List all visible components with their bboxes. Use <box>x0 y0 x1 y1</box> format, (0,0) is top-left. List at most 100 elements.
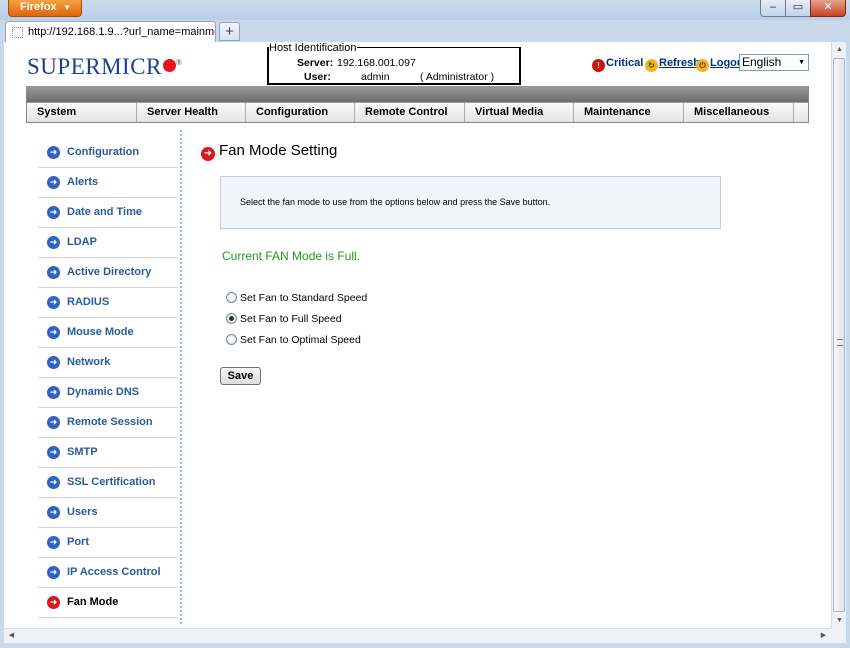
radio-button-selected[interactable] <box>226 313 237 324</box>
sidebar-item-label: Mouse Mode <box>67 326 134 338</box>
scroll-up-icon[interactable]: ▲ <box>832 42 847 57</box>
sidebar-item-label: SSL Certification <box>67 476 156 488</box>
menu-bar-gradient <box>27 86 808 102</box>
sidebar-item-configuration[interactable]: ➜ Configuration <box>38 138 178 168</box>
scroll-down-icon[interactable]: ▼ <box>832 613 847 628</box>
vertical-scrollbar[interactable]: ▲ ▼ <box>831 42 846 628</box>
sidebar-item-ip-access-control[interactable]: ➜ IP Access Control <box>38 558 178 588</box>
radio-button[interactable] <box>226 292 237 303</box>
grip-icon <box>837 339 843 346</box>
radio-button[interactable] <box>226 334 237 345</box>
sidebar-item-label: Network <box>67 356 111 368</box>
chevron-down-icon: ▼ <box>63 3 71 12</box>
vertical-scroll-thumb[interactable] <box>833 58 845 612</box>
scrollbar-corner <box>831 628 846 643</box>
current-fan-mode-status: Current FAN Mode is Full. <box>222 249 361 263</box>
sidebar-item-label: Alerts <box>67 176 99 188</box>
close-window-button[interactable]: ✕ <box>810 0 846 17</box>
page-title-text: Fan Mode Setting <box>219 142 338 159</box>
sidebar-item-ssl-certification[interactable]: ➜ SSL Certification <box>38 468 178 498</box>
sidebar-item-port[interactable]: ➜ Port <box>38 528 178 558</box>
menu-system[interactable]: System <box>27 103 137 122</box>
new-tab-button[interactable]: + <box>219 22 240 41</box>
sidebar-item-dynamic-dns[interactable]: ➜ Dynamic DNS <box>38 378 178 408</box>
sidebar-item-label: Port <box>67 536 89 548</box>
firefox-menu-button[interactable]: Firefox ▼ <box>8 0 82 17</box>
sidebar-item-fan-mode[interactable]: ➜ Fan Mode <box>38 588 178 618</box>
arrow-right-circle-icon: ➜ <box>47 446 60 459</box>
arrow-right-circle-icon: ➜ <box>47 596 60 609</box>
host-identification-box: Host Identification Server: 192.168.001.… <box>267 42 521 85</box>
logo-dot-icon <box>162 59 176 72</box>
arrow-right-circle-icon: ➜ <box>47 326 60 339</box>
save-button[interactable]: Save <box>220 367 261 385</box>
sidebar-item-label: Fan Mode <box>67 596 119 608</box>
sidebar-item-network[interactable]: ➜ Network <box>38 348 178 378</box>
window-titlebar: Firefox ▼ – ▭ ✕ <box>0 0 850 20</box>
arrow-right-circle-icon: ➜ <box>47 296 60 309</box>
supermicro-logo: SUPERMICR ® <box>27 54 182 80</box>
fan-option-label: Set Fan to Standard Speed <box>240 292 368 304</box>
fan-option-standard[interactable]: Set Fan to Standard Speed <box>226 290 367 306</box>
chevron-down-icon: ▼ <box>798 59 805 66</box>
scroll-right-icon[interactable]: ▶ <box>816 629 831 643</box>
sidebar-item-smtp[interactable]: ➜ SMTP <box>38 438 178 468</box>
fan-option-optimal[interactable]: Set Fan to Optimal Speed <box>226 332 361 348</box>
sidebar-divider <box>180 130 182 624</box>
host-identification-legend: Host Identification <box>269 42 358 54</box>
menu-remote-control[interactable]: Remote Control <box>355 103 465 122</box>
menu-configuration[interactable]: Configuration <box>246 103 355 122</box>
sidebar-item-label: SMTP <box>67 446 98 458</box>
window-bottom-frame <box>0 643 850 648</box>
logo-registered-mark: ® <box>175 58 183 67</box>
sidebar-item-label: Remote Session <box>67 416 153 428</box>
server-value: 192.168.001.097 <box>337 57 416 69</box>
user-role: ( Administrator ) <box>420 71 495 83</box>
fan-option-label: Set Fan to Optimal Speed <box>240 334 361 346</box>
fan-option-full[interactable]: Set Fan to Full Speed <box>226 311 342 327</box>
browser-tab-title: http://192.168.1.9...?url_name=mainmenu <box>28 26 216 38</box>
main-menu-bar: System Server Health Configuration Remot… <box>26 86 809 123</box>
minimize-button[interactable]: – <box>760 0 786 17</box>
arrow-right-circle-icon: ➜ <box>47 386 60 399</box>
horizontal-scrollbar[interactable]: ◀ ▶ <box>4 628 831 643</box>
sidebar-item-label: Dynamic DNS <box>67 386 140 398</box>
sidebar-item-ldap[interactable]: ➜ LDAP <box>38 228 178 258</box>
menu-maintenance[interactable]: Maintenance <box>574 103 684 122</box>
arrow-right-circle-icon: ➜ <box>47 356 60 369</box>
menu-miscellaneous[interactable]: Miscellaneous <box>684 103 794 122</box>
fan-option-label: Set Fan to Full Speed <box>240 313 342 325</box>
arrow-right-circle-icon: ➜ <box>201 147 215 161</box>
instructions-box: Select the fan mode to use from the opti… <box>220 176 721 229</box>
browser-tabbar: http://192.168.1.9...?url_name=mainmenu … <box>0 20 850 42</box>
maximize-button[interactable]: ▭ <box>785 0 811 17</box>
sidebar-item-label: Date and Time <box>67 206 142 218</box>
sidebar-item-date-and-time[interactable]: ➜ Date and Time <box>38 198 178 228</box>
sidebar-item-mouse-mode[interactable]: ➜ Mouse Mode <box>38 318 178 348</box>
scroll-left-icon[interactable]: ◀ <box>4 629 19 643</box>
page-content: SUPERMICR ® Host Identification Server: 1… <box>4 42 831 628</box>
refresh-label: Refresh <box>659 57 700 69</box>
language-select[interactable]: English ▼ <box>739 54 809 71</box>
sidebar-item-users[interactable]: ➜ Users <box>38 498 178 528</box>
critical-link[interactable]: ! Critical <box>592 55 643 72</box>
menu-items: System Server Health Configuration Remot… <box>27 102 808 122</box>
browser-tab[interactable]: http://192.168.1.9...?url_name=mainmenu <box>5 21 216 42</box>
sidebar-item-radius[interactable]: ➜ RADIUS <box>38 288 178 318</box>
sidebar-item-active-directory[interactable]: ➜ Active Directory <box>38 258 178 288</box>
logout-icon: ⏻ <box>696 59 709 72</box>
firefox-menu-label: Firefox <box>20 1 57 13</box>
menu-virtual-media[interactable]: Virtual Media <box>465 103 574 122</box>
language-selected-value: English <box>742 55 782 69</box>
page-favicon-icon <box>12 27 23 38</box>
user-label: User: <box>304 71 331 83</box>
logo-text: SUPERMICR <box>27 54 162 79</box>
sidebar-item-label: LDAP <box>67 236 97 248</box>
sidebar-item-remote-session[interactable]: ➜ Remote Session <box>38 408 178 438</box>
arrow-right-circle-icon: ➜ <box>47 506 60 519</box>
sidebar-item-label: RADIUS <box>67 296 110 308</box>
refresh-link[interactable]: ↻ Refresh <box>645 55 700 72</box>
sidebar-item-alerts[interactable]: ➜ Alerts <box>38 168 178 198</box>
menu-server-health[interactable]: Server Health <box>137 103 246 122</box>
page-title: ➜ Fan Mode Setting <box>201 142 337 161</box>
